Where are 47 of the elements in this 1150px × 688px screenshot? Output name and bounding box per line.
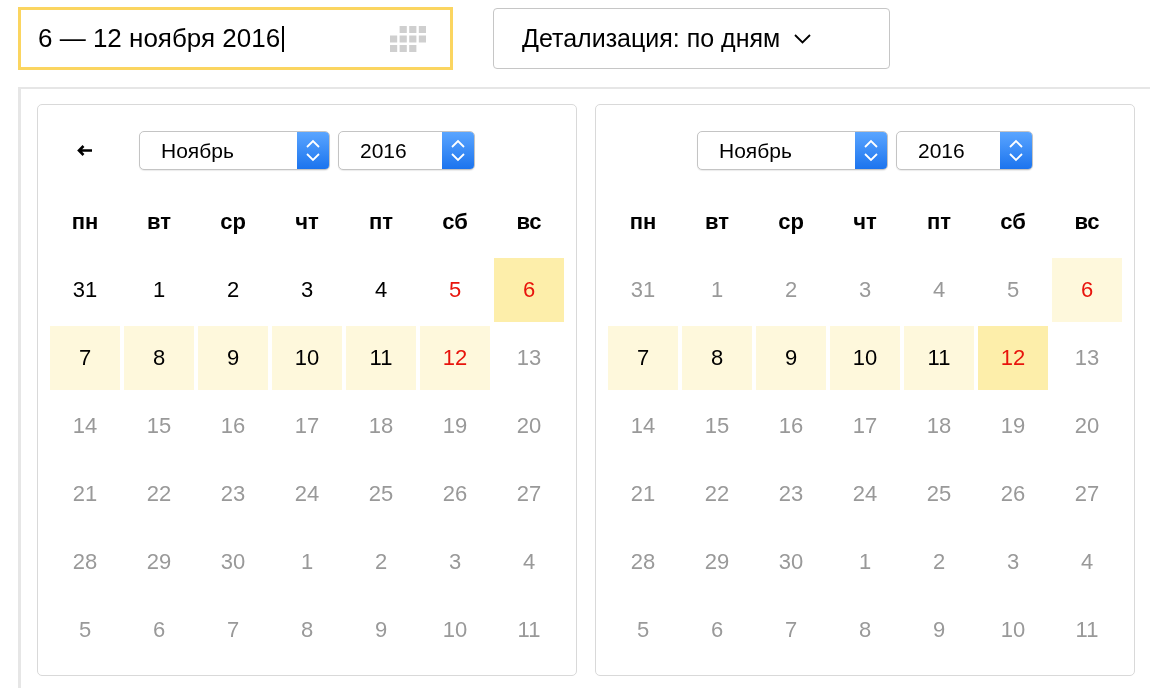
month-select[interactable]: Ноябрь (139, 131, 330, 170)
year-select[interactable]: 2016 (896, 131, 1033, 170)
stepper-icon (297, 132, 329, 169)
calendar-day[interactable]: 12 (978, 326, 1048, 390)
calendar-day[interactable]: 1 (124, 258, 194, 322)
calendar-day[interactable]: 7 (608, 326, 678, 390)
month-select[interactable]: Ноябрь (697, 131, 888, 170)
calendar-day[interactable]: 9 (756, 326, 826, 390)
weekday-label: пн (71, 209, 99, 235)
detail-dropdown-button[interactable]: Детализация: по дням (493, 8, 890, 69)
weekday-label: ср (220, 209, 246, 235)
weekday-label: пт (368, 209, 394, 235)
calendar-day[interactable]: 11 (904, 326, 974, 390)
stepper-icon (855, 132, 887, 169)
calendar-day[interactable]: 11 (346, 326, 416, 390)
calendar-day[interactable]: 12 (420, 326, 490, 390)
weekday-label: вт (147, 209, 171, 235)
calendar-day[interactable]: 4 (346, 258, 416, 322)
year-select[interactable]: 2016 (338, 131, 475, 170)
calendar-day[interactable]: 6 (494, 258, 564, 322)
weekday-label: пн (629, 209, 657, 235)
text-cursor-icon (282, 25, 285, 52)
calendar-day[interactable]: 8 (124, 326, 194, 390)
calendar-day[interactable]: 10 (830, 326, 900, 390)
stepper-icon (442, 132, 474, 169)
calendar-day[interactable]: 6 (1052, 258, 1122, 322)
weekday-label: чт (295, 209, 319, 235)
calendar-day[interactable]: 2 (198, 258, 268, 322)
calendar-day[interactable]: 7 (50, 326, 120, 390)
weekday-label: чт (853, 209, 877, 235)
stepper-icon (1000, 132, 1032, 169)
calendar-day[interactable]: 31 (50, 258, 120, 322)
weekday-label: ср (778, 209, 804, 235)
weekday-label: сб (442, 209, 468, 235)
weekday-label: вс (1074, 209, 1100, 235)
chevron-down-icon (794, 33, 812, 44)
weekday-label: вт (705, 209, 729, 235)
weekday-label: сб (1000, 209, 1026, 235)
calendar-day[interactable]: 8 (682, 326, 752, 390)
back-arrow-icon[interactable] (77, 145, 93, 156)
weekday-label: вс (516, 209, 542, 235)
calendar-day[interactable]: 3 (272, 258, 342, 322)
calendar-day[interactable]: 5 (420, 258, 490, 322)
date-range-field[interactable]: 6 — 12 ноября 2016 (18, 7, 453, 70)
calendar-day[interactable]: 10 (272, 326, 342, 390)
weekday-label: пт (926, 209, 952, 235)
calendar-day[interactable]: 9 (198, 326, 268, 390)
